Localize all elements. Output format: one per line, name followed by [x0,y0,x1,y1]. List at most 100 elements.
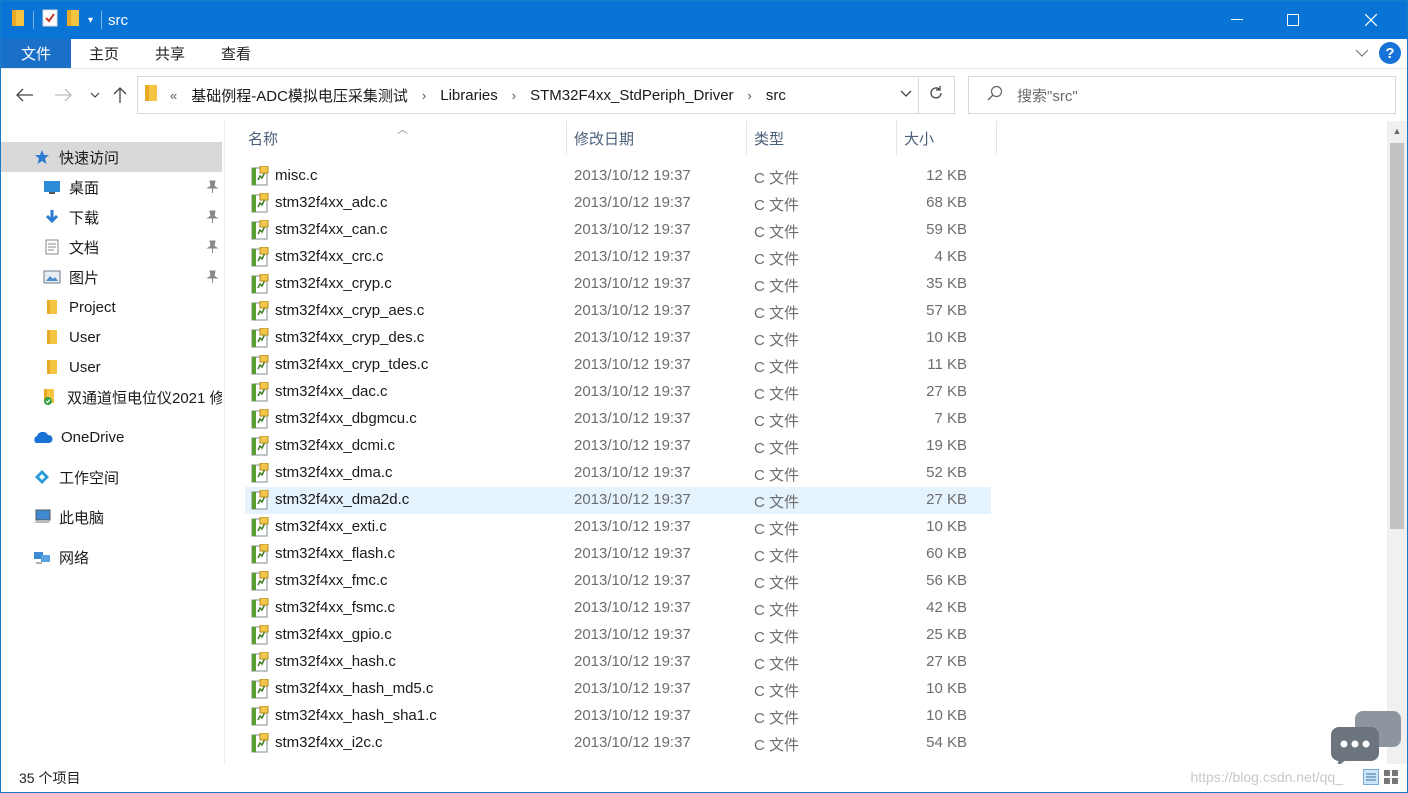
sidebar-item-onedrive[interactable]: OneDrive [1,422,222,452]
column-header-type[interactable]: 类型 [754,121,896,155]
file-modified-date: 2013/10/12 19:37 [574,734,691,751]
sidebar-item-pictures[interactable]: 图片 [1,262,222,292]
sidebar-item-synced-folder[interactable]: 双通道恒电位仪2021 修 [1,382,222,412]
minimize-button[interactable] [1209,1,1265,39]
large-icons-view-icon[interactable] [1383,769,1399,789]
file-row[interactable]: misc.c 2013/10/12 19:37 C 文件 12 KB [245,163,991,190]
file-type: C 文件 [754,467,800,484]
file-type: C 文件 [754,224,800,241]
refresh-icon [928,85,944,105]
pin-icon[interactable] [206,270,219,288]
close-button[interactable] [1341,1,1401,39]
file-row[interactable]: stm32f4xx_adc.c 2013/10/12 19:37 C 文件 68 KB [245,190,991,217]
file-row[interactable]: stm32f4xx_crc.c 2013/10/12 19:37 C 文件 4 KB [245,244,991,271]
file-row[interactable]: stm32f4xx_hash_sha1.c 2013/10/12 19:37 C 文… [245,703,991,730]
file-size: 27 KB [926,653,967,670]
sidebar-item-documents[interactable]: 文档 [1,232,222,262]
breadcrumb-overflow[interactable]: « [162,88,185,103]
sidebar-item-network[interactable]: 网络 [1,542,222,572]
sidebar-item-quick-access[interactable]: 快速访问 [1,142,222,172]
file-row[interactable]: stm32f4xx_exti.c 2013/10/12 19:37 C 文件 10 K… [245,514,991,541]
pin-icon[interactable] [206,180,219,198]
file-row[interactable]: stm32f4xx_gpio.c 2013/10/12 19:37 C 文件 25 K… [245,622,991,649]
column-divider[interactable] [566,121,567,155]
breadcrumb-item[interactable]: Libraries [434,87,504,104]
maximize-button[interactable] [1265,1,1321,39]
file-name: stm32f4xx_hash.c [275,653,396,670]
file-row[interactable]: stm32f4xx_dcmi.c 2013/10/12 19:37 C 文件 19 K… [245,433,991,460]
vertical-scrollbar[interactable]: ▲ [1387,121,1407,764]
file-row[interactable]: stm32f4xx_flash.c 2013/10/12 19:37 C 文件 60 … [245,541,991,568]
file-row[interactable]: stm32f4xx_i2c.c 2013/10/12 19:37 C 文件 54 KB [245,730,991,757]
c-file-icon [251,327,269,352]
address-dropdown-chevron-icon[interactable] [900,86,912,103]
sidebar-item-this-pc[interactable]: 此电脑 [1,502,222,532]
scrollbar-thumb[interactable] [1390,143,1404,529]
search-input[interactable]: 搜索"src" [1017,85,1078,106]
sidebar-item-desktop[interactable]: 桌面 [1,172,222,202]
help-button[interactable]: ? [1379,42,1401,64]
chat-bubble-icon[interactable] [1329,709,1403,769]
file-row[interactable]: stm32f4xx_fmc.c 2013/10/12 19:37 C 文件 56 KB [245,568,991,595]
breadcrumb-chevron-icon[interactable]: › [414,88,434,103]
sidebar-item-downloads[interactable]: 下载 [1,202,222,232]
folder-icon [144,84,158,106]
column-header-name[interactable]: 名称 [248,121,566,155]
tab-view[interactable]: 查看 [203,39,269,68]
sidebar-item-user[interactable]: User [1,322,222,352]
tab-share[interactable]: 共享 [137,39,203,68]
column-divider[interactable] [996,121,997,155]
file-row[interactable]: stm32f4xx_cryp_des.c 2013/10/12 19:37 C 文件… [245,325,991,352]
up-arrow-icon[interactable] [108,83,132,107]
file-row[interactable]: stm32f4xx_cryp_aes.c 2013/10/12 19:37 C 文件… [245,298,991,325]
column-header-date[interactable]: 修改日期 [574,121,746,155]
column-header-size[interactable]: 大小 [904,121,996,155]
file-row[interactable]: stm32f4xx_dac.c 2013/10/12 19:37 C 文件 27 KB [245,379,991,406]
breadcrumb-chevron-icon[interactable]: › [740,88,760,103]
file-row[interactable]: stm32f4xx_dma2d.c 2013/10/12 19:37 C 文件 27 … [245,487,991,514]
file-modified-date: 2013/10/12 19:37 [574,680,691,697]
file-row[interactable]: stm32f4xx_dbgmcu.c 2013/10/12 19:37 C 文件 7 … [245,406,991,433]
file-modified-date: 2013/10/12 19:37 [574,491,691,508]
search-box[interactable]: 搜索"src" [968,76,1396,114]
forward-arrow-icon[interactable] [51,83,75,107]
pin-icon[interactable] [206,210,219,228]
scroll-up-arrow-icon[interactable]: ▲ [1387,121,1407,141]
column-divider[interactable] [896,121,897,155]
new-folder-icon[interactable] [66,9,80,31]
sidebar-item-project[interactable]: Project [1,292,222,322]
file-row[interactable]: stm32f4xx_cryp_tdes.c 2013/10/12 19:37 C 文… [245,352,991,379]
file-modified-date: 2013/10/12 19:37 [574,302,691,319]
file-row[interactable]: stm32f4xx_hash_md5.c 2013/10/12 19:37 C 文件… [245,676,991,703]
pin-icon[interactable] [206,240,219,258]
file-row[interactable]: stm32f4xx_cryp.c 2013/10/12 19:37 C 文件 35 K… [245,271,991,298]
sidebar-item-workspace[interactable]: 工作空间 [1,462,222,492]
file-row[interactable]: stm32f4xx_dma.c 2013/10/12 19:37 C 文件 52 KB [245,460,991,487]
breadcrumb-chevron-icon[interactable]: › [504,88,524,103]
back-arrow-icon[interactable] [13,83,37,107]
column-divider[interactable] [746,121,747,155]
file-row[interactable]: stm32f4xx_hash.c 2013/10/12 19:37 C 文件 27 K… [245,649,991,676]
expand-ribbon-chevron-icon[interactable] [1355,45,1369,62]
file-type: C 文件 [754,386,800,403]
file-name: stm32f4xx_fsmc.c [275,599,396,616]
customize-toolbar-chevron-icon[interactable]: ▾ [88,15,93,26]
file-row[interactable]: stm32f4xx_can.c 2013/10/12 19:37 C 文件 59 KB [245,217,991,244]
sidebar-item-label: 文档 [69,239,100,257]
tab-home[interactable]: 主页 [71,39,137,68]
address-bar[interactable]: « 基础例程-ADC模拟电压采集测试 › Libraries › STM32F4… [137,76,919,114]
refresh-button[interactable] [918,76,955,114]
download-icon [43,208,61,226]
file-type: C 文件 [754,521,800,538]
sidebar-item-user-2[interactable]: User [1,352,222,382]
file-row[interactable]: stm32f4xx_fsmc.c 2013/10/12 19:37 C 文件 42 K… [245,595,991,622]
recent-locations-chevron-icon[interactable] [83,83,107,107]
file-type: C 文件 [754,737,800,754]
breadcrumb-item[interactable]: 基础例程-ADC模拟电压采集测试 [185,85,414,106]
file-type: C 文件 [754,548,800,565]
details-view-icon[interactable] [1363,769,1379,789]
breadcrumb-item[interactable]: STM32F4xx_StdPeriph_Driver [524,87,739,104]
tab-file[interactable]: 文件 [1,39,71,68]
properties-icon[interactable] [42,9,58,31]
breadcrumb-item[interactable]: src [760,87,792,104]
